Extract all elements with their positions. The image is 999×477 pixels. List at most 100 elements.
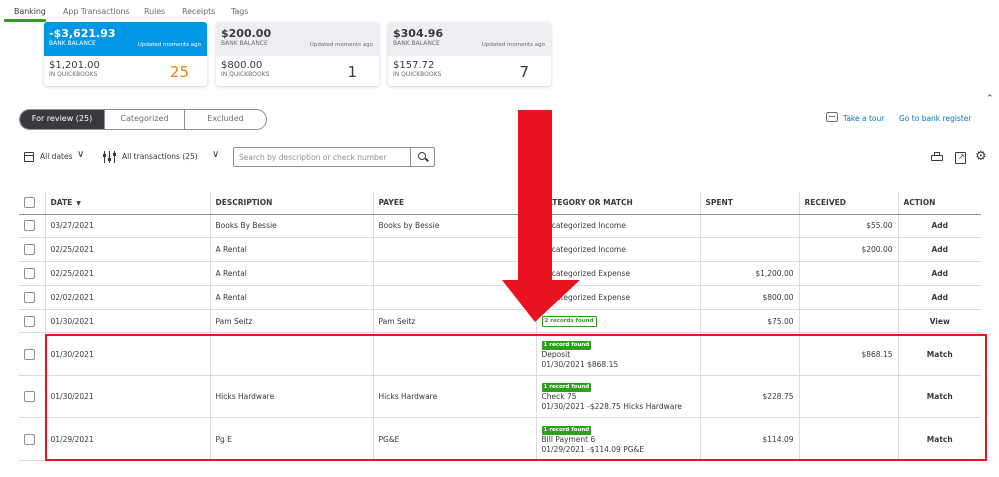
row-checkbox[interactable] (24, 315, 35, 327)
account-card-3[interactable]: $304.96 BANK BALANCE Updated moments ago… (388, 22, 551, 86)
view-button[interactable]: View (898, 309, 981, 334)
row-payee (373, 285, 537, 310)
updated-text: Updated moments ago (137, 42, 201, 48)
date-filter[interactable]: All dates (40, 152, 73, 161)
column-header-date[interactable]: DATE ▼ (45, 192, 211, 215)
row-received (799, 309, 899, 334)
row-payee: Books by Bessie (373, 214, 537, 239)
row-checkbox[interactable] (24, 291, 35, 303)
add-button[interactable]: Add (898, 214, 981, 239)
table-row[interactable]: 01/30/2021 Pam Seitz Pam Seitz 2 records… (19, 309, 981, 334)
row-date: 01/29/2021 (45, 417, 211, 461)
account-card-1[interactable]: -$3,621.93 BANK BALANCE Updated moments … (44, 22, 207, 86)
account-card-2[interactable]: $200.00 BANK BALANCE Updated moments ago… (216, 22, 379, 86)
tab-tags[interactable]: Tags (231, 7, 248, 16)
calendar-icon (24, 152, 34, 162)
select-all-checkbox[interactable] (24, 197, 35, 209)
table-row[interactable]: 01/30/2021 1 record found Deposit 01/30/… (19, 332, 981, 376)
match-button[interactable]: Match (898, 332, 981, 376)
tab-app-transactions[interactable]: App Transactions (63, 7, 130, 16)
row-payee (373, 261, 537, 286)
row-received (799, 261, 899, 286)
row-spent: $114.09 (700, 417, 800, 461)
row-spent: $1,200.00 (700, 261, 800, 286)
row-date: 02/25/2021 (45, 261, 211, 286)
row-category: 2 records found (536, 309, 701, 334)
match-type: Bill Payment 6 (541, 434, 596, 444)
row-date: 01/30/2021 (45, 332, 211, 376)
updated-text: Updated moments ago (481, 42, 545, 48)
row-spent (700, 332, 800, 376)
match-type: Check 75 (541, 392, 577, 402)
search-box (233, 147, 435, 167)
printer-icon[interactable] (931, 152, 943, 164)
sort-down-icon: ▼ (76, 200, 81, 208)
table-header-row: DATE ▼ DESCRIPTION PAYEE CATEGORY OR MATC… (19, 192, 981, 215)
match-button[interactable]: Match (898, 417, 981, 461)
table-row[interactable]: 03/27/2021 Books By Bessie Books by Bess… (19, 214, 981, 239)
row-spent (700, 237, 800, 263)
active-tab-indicator (4, 19, 46, 22)
match-button[interactable]: Match (898, 375, 981, 419)
row-date: 03/27/2021 (45, 214, 211, 239)
row-checkbox[interactable] (24, 433, 35, 445)
tour-icon (826, 112, 838, 122)
chevron-up-icon[interactable]: ⌃ (986, 94, 994, 104)
column-header-payee: PAYEE (373, 192, 537, 215)
row-spent (700, 214, 800, 239)
table-row[interactable]: 01/30/2021 Hicks Hardware Hicks Hardware… (19, 375, 981, 419)
search-button[interactable] (410, 148, 434, 166)
tab-rules[interactable]: Rules (144, 7, 165, 16)
excluded-button[interactable]: Excluded (185, 110, 266, 129)
row-date: 01/30/2021 (45, 309, 211, 334)
export-icon[interactable] (955, 152, 966, 164)
chevron-down-icon[interactable]: ∨ (77, 149, 84, 160)
chevron-down-icon[interactable]: ∨ (212, 149, 219, 160)
add-button[interactable]: Add (898, 285, 981, 310)
row-received (799, 285, 899, 310)
row-checkbox[interactable] (24, 244, 35, 256)
table-row[interactable]: 02/02/2021 A Rental Uncategorized Expens… (19, 285, 981, 310)
add-button[interactable]: Add (898, 237, 981, 263)
row-match: 1 record found Bill Payment 6 01/29/2021… (536, 417, 701, 461)
take-a-tour-link[interactable]: Take a tour (843, 114, 884, 123)
row-date: 01/30/2021 (45, 375, 211, 419)
column-header-action: ACTION (898, 192, 981, 215)
search-input[interactable] (234, 148, 411, 166)
filter-sliders-icon (103, 151, 116, 163)
table-row[interactable]: 01/29/2021 Pg E PG&E 1 record found Bill… (19, 417, 981, 461)
bank-balance-amount: $304.96 (393, 27, 444, 40)
bank-register-link[interactable]: Go to bank register (899, 114, 971, 123)
row-checkbox[interactable] (24, 348, 35, 360)
add-button[interactable]: Add (898, 261, 981, 286)
row-description: Pg E (210, 417, 374, 461)
row-match: 1 record found Check 75 01/30/2021 -$228… (536, 375, 701, 419)
tab-banking[interactable]: Banking (14, 7, 46, 16)
categorized-button[interactable]: Categorized (105, 110, 185, 129)
row-checkbox[interactable] (24, 267, 35, 279)
record-found-badge[interactable]: 1 record found (541, 383, 592, 393)
table-row[interactable]: 02/25/2021 A Rental Uncategorized Expens… (19, 261, 981, 286)
row-payee (373, 332, 537, 376)
table-row[interactable]: 02/25/2021 A Rental Uncategorized Income… (19, 237, 981, 263)
row-checkbox[interactable] (24, 391, 35, 403)
column-header-spent: SPENT (700, 192, 800, 215)
row-received (799, 417, 899, 461)
for-review-button[interactable]: For review (25) (20, 110, 105, 129)
transaction-filter[interactable]: All transactions (25) (122, 152, 198, 161)
row-spent: $228.75 (700, 375, 800, 419)
record-found-badge[interactable]: 1 record found (541, 425, 592, 435)
row-category: Uncategorized Income (536, 237, 701, 263)
gear-icon[interactable]: ⚙ (975, 150, 987, 163)
review-status-toggle: For review (25) Categorized Excluded (19, 109, 267, 130)
record-found-badge[interactable]: 1 record found (541, 340, 592, 350)
top-tabs: Banking App Transactions Rules Receipts … (0, 0, 999, 22)
row-checkbox[interactable] (24, 220, 35, 232)
tab-receipts[interactable]: Receipts (182, 7, 215, 16)
column-header-category: CATEGORY OR MATCH (536, 192, 701, 215)
match-detail: 01/30/2021 $868.15 (541, 359, 619, 369)
match-type: Deposit (541, 349, 571, 359)
row-payee: Pam Seitz (373, 309, 537, 334)
row-received: $868.15 (799, 332, 899, 376)
records-found-badge[interactable]: 2 records found (541, 316, 597, 328)
